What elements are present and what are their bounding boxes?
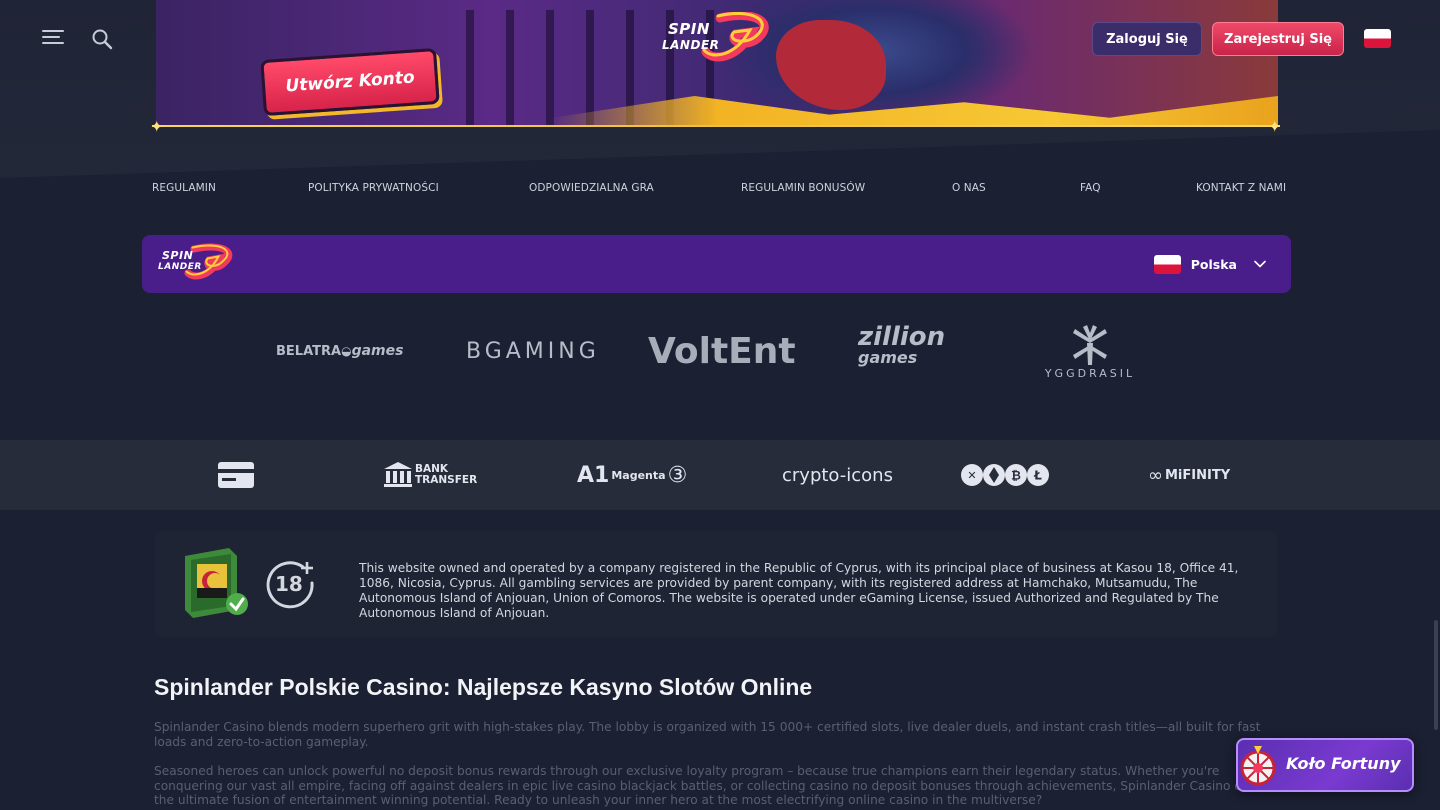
payment-bank-transfer[interactable]: BANK TRANSFER <box>384 440 477 510</box>
hamburger-menu-icon[interactable] <box>42 30 66 48</box>
logo-text-spin: SPIN <box>668 20 710 38</box>
license-seal-icon[interactable] <box>185 548 251 618</box>
footer-link-bonus-terms[interactable]: REGULAMIN BONUSÓW <box>741 182 865 194</box>
site-logo[interactable]: SPIN LANDER <box>658 12 774 66</box>
svg-text:✕: ✕ <box>967 469 976 482</box>
payment-mifinity[interactable]: ∞ MiFINITY <box>1148 440 1230 510</box>
infinity-icon: ∞ <box>1148 464 1163 486</box>
footer-logo-text-spin: SPIN <box>162 249 194 262</box>
svg-text:Ł: Ł <box>1033 469 1042 483</box>
provider-voltent[interactable]: VoltEnt <box>648 331 796 372</box>
payment-methods: BANK TRANSFER A1 Magenta ③ crypto-icons … <box>0 440 1440 510</box>
language-bar: SPIN LANDER Polska <box>142 235 1291 293</box>
footer-nav: REGULAMIN POLITYKA PRYWATNOŚCI ODPOWIEDZ… <box>152 182 1286 198</box>
crypto-icons[interactable]: ✕ ₿ Ł <box>960 440 1050 510</box>
chevron-down-icon <box>1254 260 1266 268</box>
wheel-icon <box>1240 746 1276 786</box>
search-icon[interactable] <box>90 27 114 51</box>
card-icon[interactable] <box>218 440 254 510</box>
provider-bgaming[interactable]: BGAMING <box>466 339 600 364</box>
sparkle-icon: ✦ <box>150 117 164 136</box>
page-scrollbar[interactable] <box>1434 620 1438 730</box>
footer-link-terms[interactable]: REGULAMIN <box>152 182 216 194</box>
game-providers: BELATRA◒games BGAMING VoltEnt zillion ga… <box>0 315 1440 395</box>
provider-yggdrasil[interactable]: YGGDRASIL <box>1038 319 1142 380</box>
language-select-value: Polska <box>1190 256 1237 272</box>
register-button[interactable]: Zarejestruj Się <box>1212 22 1344 56</box>
zimpler-label: crypto-icons <box>782 464 893 486</box>
language-select[interactable]: Polska <box>1153 254 1267 274</box>
payment-a1-magenta[interactable]: A1 Magenta ③ <box>577 440 687 510</box>
wheel-of-fortune-button[interactable]: Koło Fortuny <box>1236 738 1414 792</box>
seo-paragraph: Seasoned heroes can unlock powerful no d… <box>154 764 1283 807</box>
sparkle-icon: ✦ <box>1268 117 1282 136</box>
footer-link-faq[interactable]: FAQ <box>1080 182 1101 194</box>
logo-text-lander: LANDER <box>662 38 720 52</box>
payment-zimpler[interactable]: crypto-icons <box>782 440 893 510</box>
wave-icon: ◒ <box>341 344 352 358</box>
seo-paragraph: Spinlander Casino blends modern superher… <box>154 720 1261 749</box>
wheel-button-label: Koło Fortuny <box>1286 754 1401 773</box>
flag-pl-icon[interactable] <box>1364 29 1391 48</box>
flag-pl-icon <box>1153 254 1181 274</box>
footer-logo[interactable]: SPIN LANDER <box>154 243 234 283</box>
footer-link-contact[interactable]: KONTAKT Z NAMI <box>1196 182 1286 194</box>
provider-belatra[interactable]: BELATRA◒games <box>276 343 403 359</box>
footer-link-privacy[interactable]: POLITYKA PRYWATNOŚCI <box>308 182 439 194</box>
banner-underline <box>152 125 1280 127</box>
provider-zillion[interactable]: zillion games <box>858 324 945 367</box>
magenta-3-icon: ③ <box>667 462 688 488</box>
footer-link-about[interactable]: O NAS <box>952 182 986 194</box>
page: ✦ ✦ Utwórz Konto SPIN LANDER Zaloguj Się… <box>0 0 1440 810</box>
age-restriction-badge: 18 <box>265 559 315 609</box>
footer-logo-text-lander: LANDER <box>158 262 202 272</box>
yggdrasil-tree-icon <box>1073 325 1107 365</box>
footer-link-responsible-gaming[interactable]: ODPOWIEDZIALNA GRA <box>529 182 654 194</box>
seo-heading: Spinlander Polskie Casino: Najlepsze Kas… <box>154 674 813 700</box>
bank-icon <box>384 462 412 487</box>
svg-text:₿: ₿ <box>1011 469 1021 483</box>
license-text: This website owned and operated by a com… <box>359 561 1239 620</box>
license-box: 18 This website owned and operated by a … <box>155 531 1277 637</box>
login-button[interactable]: Zaloguj Się <box>1092 22 1202 56</box>
